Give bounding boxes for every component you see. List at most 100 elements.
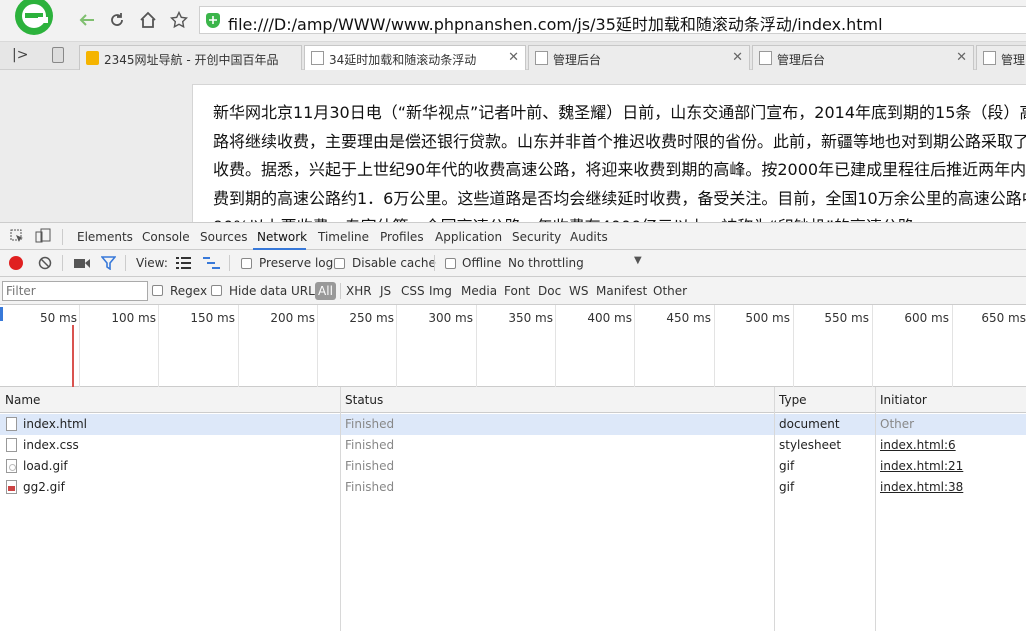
- filter-type-manifest[interactable]: Manifest: [596, 284, 647, 298]
- regex-label: Regex: [170, 284, 208, 298]
- request-type: gif: [779, 459, 795, 473]
- disable-cache-checkbox[interactable]: [334, 258, 345, 269]
- timeline-tick-label: 150 ms: [190, 311, 235, 325]
- regex-checkbox[interactable]: [152, 285, 163, 296]
- browser-tab-strip: |> 2345网址导航 - 开创中国百年品 34延时加载和随滚动条浮动 ✕ 管理…: [0, 42, 1026, 70]
- tab-sources[interactable]: Sources: [200, 230, 247, 244]
- hide-data-urls-label: Hide data URLs: [229, 284, 322, 298]
- preserve-log-checkbox[interactable]: [241, 258, 252, 269]
- tab-console[interactable]: Console: [142, 230, 190, 244]
- home-icon[interactable]: [137, 8, 159, 32]
- divider: [229, 255, 230, 271]
- network-toolbar: View: Preserve log Disable cache Offline…: [0, 250, 1026, 277]
- filter-type-xhr[interactable]: XHR: [346, 284, 372, 298]
- chevron-down-icon[interactable]: ▼: [634, 255, 642, 266]
- url-text: file:///D:/amp/WWW/www.phpnanshen.com/js…: [228, 15, 883, 34]
- tab-elements[interactable]: Elements: [77, 230, 133, 244]
- tab-timeline[interactable]: Timeline: [318, 230, 369, 244]
- timeline-tick-label: 300 ms: [428, 311, 473, 325]
- table-row[interactable]: index.html Finished document Other: [0, 414, 1026, 435]
- sidebar-toggle-icon[interactable]: |>: [12, 47, 28, 63]
- offline-checkbox[interactable]: [445, 258, 456, 269]
- camera-icon[interactable]: [74, 258, 90, 272]
- timeline-tick-label: 450 ms: [666, 311, 711, 325]
- request-name: gg2.gif: [23, 480, 65, 494]
- column-divider[interactable]: [774, 387, 775, 631]
- timeline-overview[interactable]: 50 ms 100 ms 150 ms 200 ms 250 ms 300 ms…: [0, 305, 1026, 387]
- filter-type-js[interactable]: JS: [380, 284, 391, 298]
- article-text: 新华网北京11月30日电（“新华视点”记者叶前、魏圣耀）日前，山东交通部门宣布，…: [213, 103, 1026, 222]
- filter-type-ws[interactable]: WS: [569, 284, 588, 298]
- large-rows-icon[interactable]: [176, 257, 191, 272]
- filter-type-all[interactable]: All: [315, 282, 336, 300]
- close-tab-icon[interactable]: ✕: [956, 50, 967, 65]
- inspect-element-icon[interactable]: [10, 229, 24, 246]
- timeline-gridline: [555, 305, 556, 387]
- request-status: Finished: [345, 438, 395, 452]
- close-tab-icon[interactable]: ✕: [508, 50, 519, 65]
- column-divider[interactable]: [875, 387, 876, 631]
- clear-icon[interactable]: [38, 256, 52, 273]
- tab-application[interactable]: Application: [435, 230, 502, 244]
- preserve-log-label: Preserve log: [259, 256, 334, 270]
- back-button[interactable]: [76, 8, 98, 32]
- address-bar-row: file:///D:/amp/WWW/www.phpnanshen.com/js…: [0, 0, 1026, 42]
- tab-admin-3[interactable]: 管理: [976, 45, 1026, 70]
- timeline-gridline: [476, 305, 477, 387]
- timeline-tick-label: 550 ms: [824, 311, 869, 325]
- filter-type-other[interactable]: Other: [653, 284, 687, 298]
- table-row[interactable]: index.css Finished stylesheet index.html…: [0, 435, 1026, 456]
- timeline-gridline: [714, 305, 715, 387]
- throttling-select[interactable]: No throttling: [508, 256, 584, 270]
- timeline-gridline: [396, 305, 397, 387]
- tab-admin-1[interactable]: 管理后台 ✕: [528, 45, 750, 70]
- waterfall-icon[interactable]: [203, 257, 220, 272]
- tab-network[interactable]: Network: [257, 230, 307, 244]
- timeline-gridline: [634, 305, 635, 387]
- mobile-icon[interactable]: [52, 47, 64, 63]
- timeline-tick-label: 200 ms: [270, 311, 315, 325]
- filter-type-doc[interactable]: Doc: [538, 284, 561, 298]
- tab-active-page[interactable]: 34延时加载和随滚动条浮动 ✕: [304, 45, 526, 70]
- star-icon[interactable]: [168, 8, 190, 32]
- filter-input[interactable]: [2, 281, 148, 301]
- security-shield-icon: [206, 13, 220, 28]
- column-type[interactable]: Type: [779, 393, 807, 407]
- column-status[interactable]: Status: [345, 393, 383, 407]
- filter-type-img[interactable]: Img: [429, 284, 452, 298]
- table-row[interactable]: gg2.gif Finished gif index.html:38: [0, 477, 1026, 498]
- request-status: Finished: [345, 459, 395, 473]
- divider: [62, 229, 63, 245]
- initiator-link[interactable]: index.html:21: [880, 459, 963, 473]
- view-label: View:: [136, 256, 168, 270]
- column-name[interactable]: Name: [5, 393, 40, 407]
- tab-admin-2[interactable]: 管理后台 ✕: [752, 45, 974, 70]
- column-initiator[interactable]: Initiator: [880, 393, 927, 407]
- devtools-tab-bar: Elements Console Sources Network Timelin…: [0, 222, 1026, 250]
- timeline-left-handle[interactable]: [0, 307, 3, 321]
- device-mode-icon[interactable]: [35, 228, 51, 247]
- tab-profiles[interactable]: Profiles: [380, 230, 424, 244]
- reload-icon[interactable]: [106, 8, 128, 32]
- url-field[interactable]: file:///D:/amp/WWW/www.phpnanshen.com/js…: [199, 6, 1026, 34]
- filter-icon[interactable]: [100, 256, 117, 273]
- filter-type-media[interactable]: Media: [461, 284, 497, 298]
- close-tab-icon[interactable]: ✕: [732, 50, 743, 65]
- timeline-tick-label: 600 ms: [904, 311, 949, 325]
- record-icon[interactable]: [9, 256, 23, 270]
- tab-audits[interactable]: Audits: [570, 230, 608, 244]
- column-divider[interactable]: [340, 387, 341, 631]
- timeline-gridline: [793, 305, 794, 387]
- initiator-link[interactable]: index.html:6: [880, 438, 956, 452]
- filter-type-font[interactable]: Font: [504, 284, 530, 298]
- request-type: document: [779, 417, 840, 431]
- filter-type-css[interactable]: CSS: [401, 284, 425, 298]
- requests-table-header: Name Status Type Initiator: [0, 387, 1026, 413]
- image-file-icon: [6, 480, 17, 494]
- tab-2345[interactable]: 2345网址导航 - 开创中国百年品: [79, 45, 302, 70]
- tab-security[interactable]: Security: [512, 230, 561, 244]
- initiator-link[interactable]: index.html:38: [880, 480, 963, 494]
- table-row[interactable]: load.gif Finished gif index.html:21: [0, 456, 1026, 477]
- hide-data-urls-checkbox[interactable]: [211, 285, 222, 296]
- request-name: index.html: [23, 417, 87, 431]
